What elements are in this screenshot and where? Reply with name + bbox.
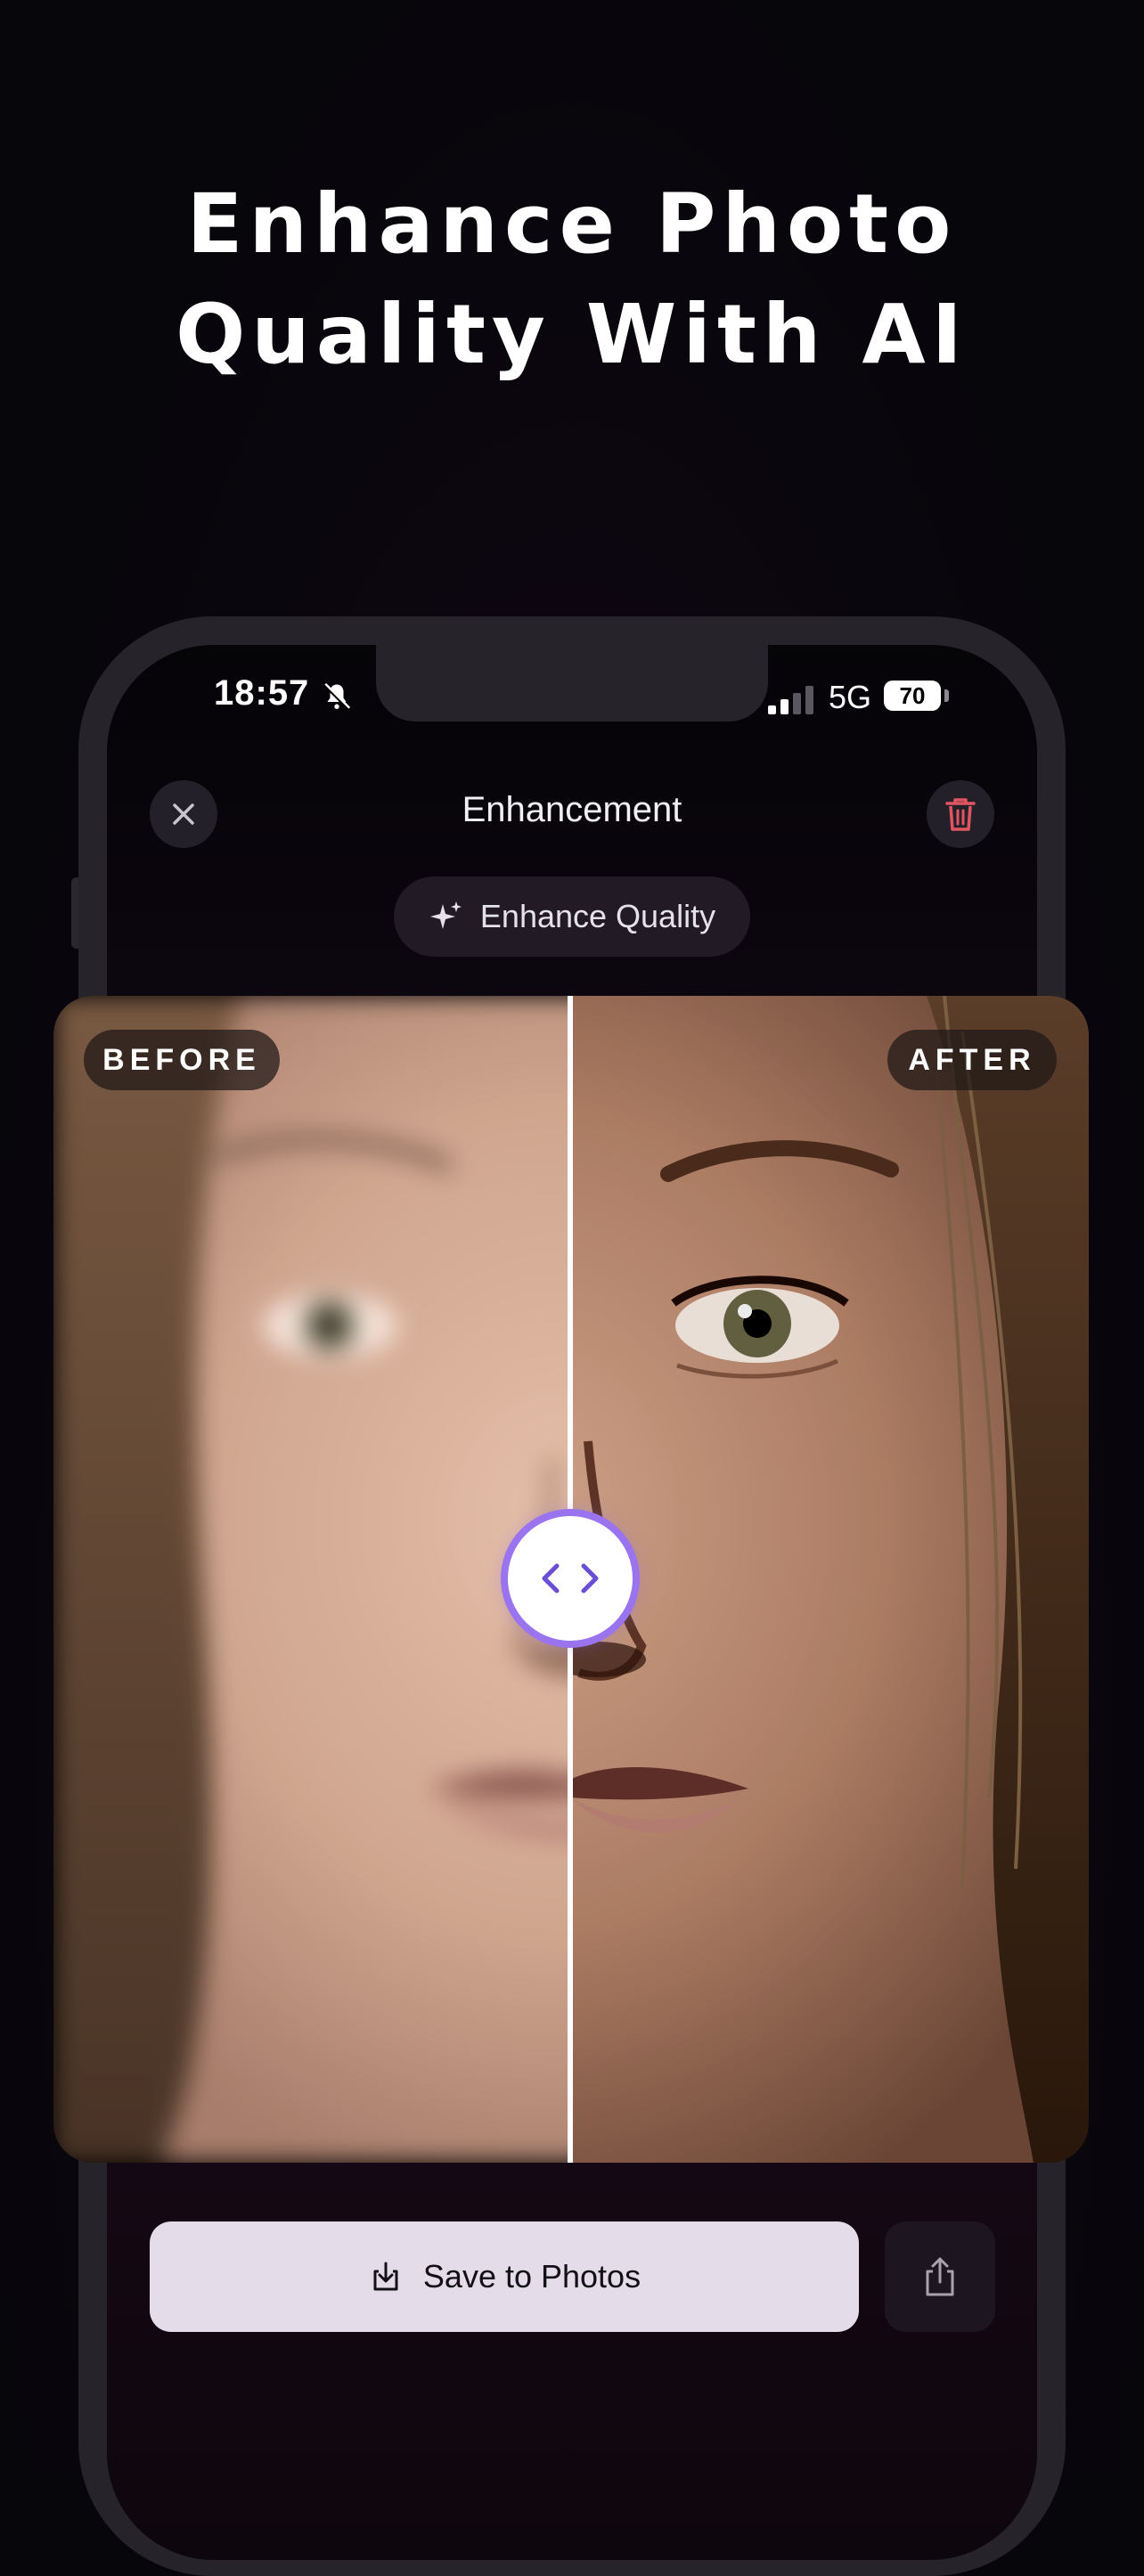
headline-line-1: Enhance Photo (186, 176, 958, 272)
before-image (53, 996, 570, 2163)
status-time: 18:57 (214, 673, 310, 713)
portrait-after (570, 996, 1089, 2163)
download-icon (373, 2262, 398, 2291)
before-after-comparison[interactable]: BEFORE AFTER (53, 996, 1089, 2163)
after-image (570, 996, 1089, 2163)
chevrons-left-right-icon (542, 1563, 599, 1594)
before-badge: BEFORE (84, 1030, 280, 1090)
portrait-before (53, 996, 570, 2163)
delete-button[interactable] (927, 780, 994, 848)
share-button[interactable] (885, 2221, 995, 2332)
enhance-quality-chip[interactable]: Enhance Quality (394, 876, 750, 957)
share-icon (926, 2257, 954, 2296)
headline: Enhance Photo Quality With AI (0, 169, 1144, 390)
trash-icon (945, 798, 976, 831)
enhance-quality-label: Enhance Quality (479, 898, 716, 934)
save-to-photos-button[interactable]: Save to Photos (150, 2221, 859, 2332)
slider-handle[interactable] (508, 1516, 633, 1641)
screen-title: Enhancement (462, 790, 682, 829)
sparkles-icon (429, 901, 462, 929)
battery-tip (944, 689, 949, 702)
after-badge: AFTER (887, 1030, 1057, 1090)
signal-icon (768, 686, 813, 714)
battery-indicator: 70 (884, 681, 941, 711)
save-button-label: Save to Photos (422, 2258, 641, 2295)
network-type: 5G (829, 679, 872, 715)
headline-line-2: Quality With AI (176, 287, 968, 382)
bell-muted-icon (323, 682, 351, 711)
notch (376, 645, 768, 721)
